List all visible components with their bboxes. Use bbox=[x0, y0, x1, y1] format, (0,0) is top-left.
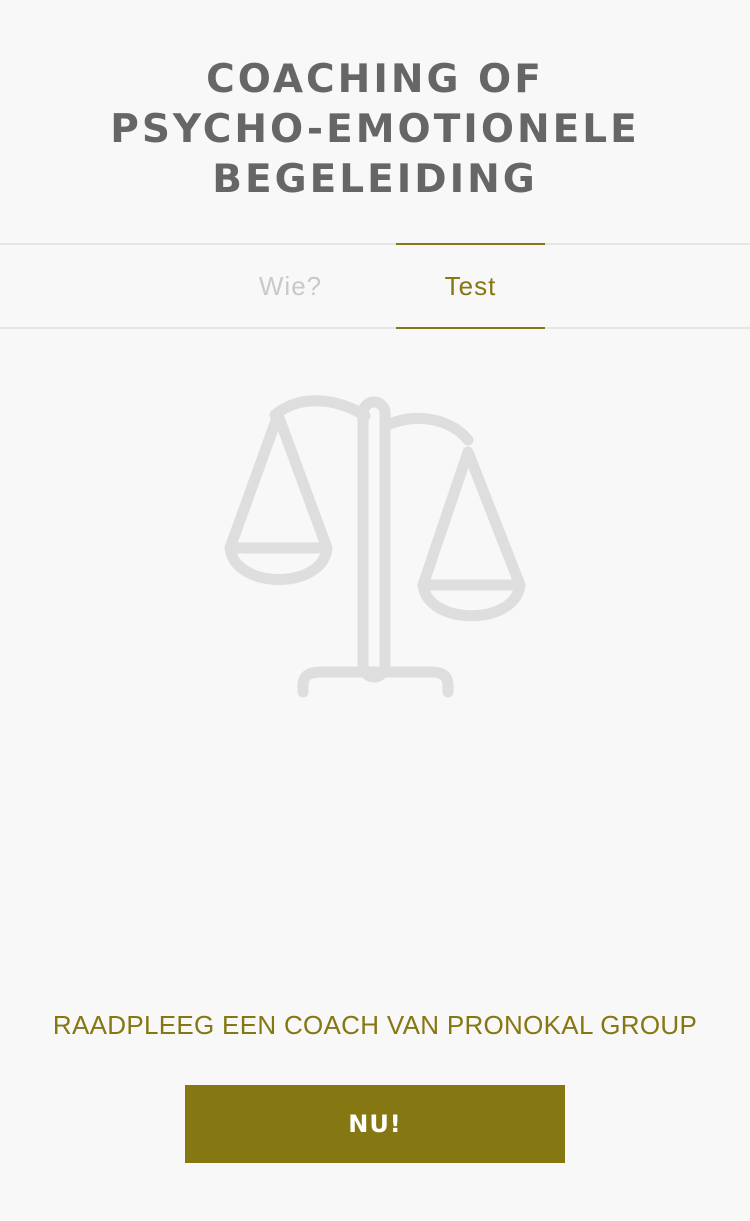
page-title: COACHING OF PSYCHO-EMOTIONELE BEGELEIDIN… bbox=[0, 55, 750, 205]
tab-wie[interactable]: Wie? bbox=[216, 243, 365, 329]
nu-button[interactable]: NU! bbox=[185, 1085, 565, 1163]
balance-scale-icon bbox=[215, 390, 535, 710]
page-title-line-3: BEGELEIDING bbox=[212, 157, 538, 202]
tab-bar: Wie? Test bbox=[0, 243, 750, 329]
cta-text: RAADPLEEG EEN COACH VAN PRONOKAL GROUP bbox=[52, 1010, 698, 1040]
page-title-line-2: PSYCHO-EMOTIONELE bbox=[110, 107, 640, 152]
tab-test[interactable]: Test bbox=[396, 243, 545, 329]
page-title-line-1: COACHING OF bbox=[206, 57, 544, 102]
